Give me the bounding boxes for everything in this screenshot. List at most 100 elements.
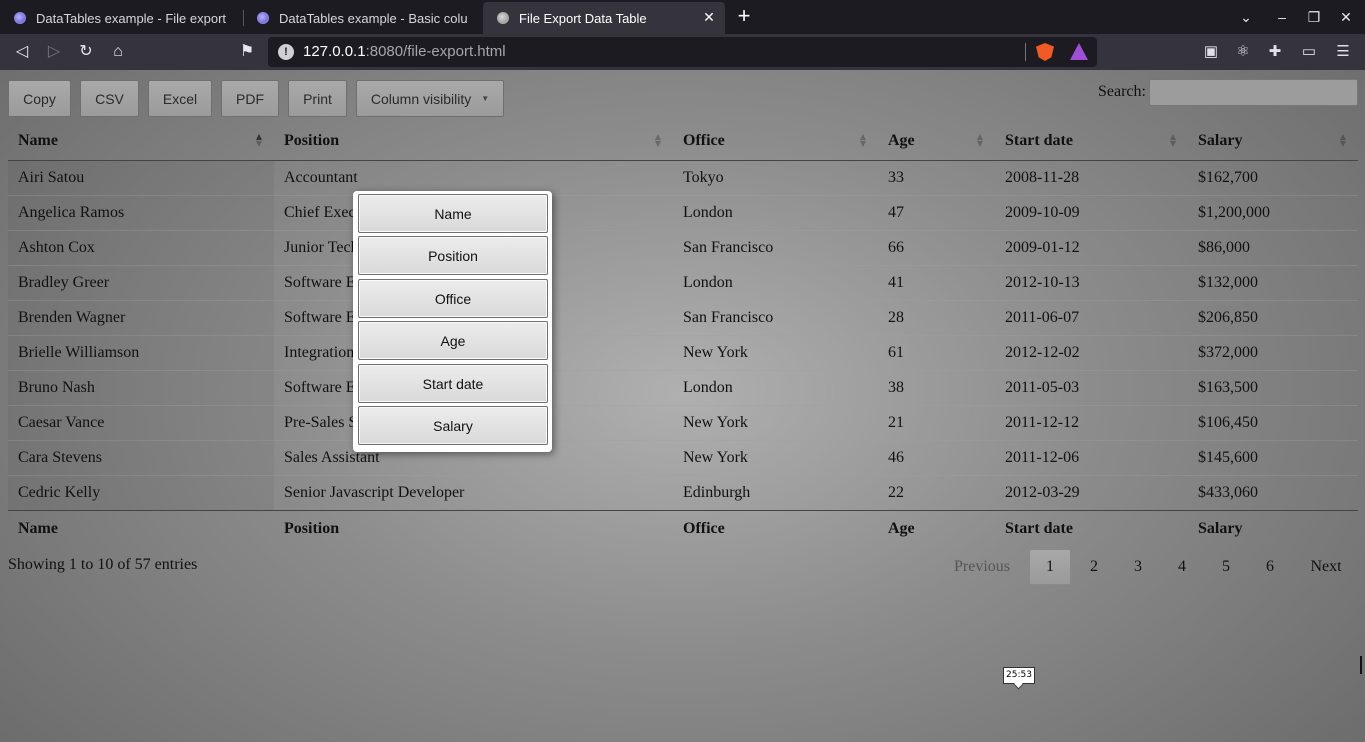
column-header-age[interactable]: Age ▲ ▼ — [878, 122, 995, 161]
copy-button[interactable]: Copy — [8, 80, 71, 117]
table-row: Airi Satou Accountant Tokyo 33 2008-11-28 $16… — [8, 160, 1358, 195]
react-devtools-icon[interactable]: ⚛ — [1233, 42, 1253, 62]
home-icon[interactable]: ⌂ — [107, 41, 129, 63]
brave-shields-icon[interactable] — [1036, 43, 1054, 61]
pagination-page-6[interactable]: 6 — [1249, 549, 1291, 585]
colvis-toggle-age[interactable]: Age — [358, 321, 548, 360]
column-header-office[interactable]: Office ▲ ▼ — [673, 122, 878, 161]
tab-list-chevron-icon[interactable]: ⌄ — [1235, 6, 1257, 28]
cell-office: London — [673, 194, 878, 230]
pagination-page-4[interactable]: 4 — [1161, 549, 1203, 585]
cell-age: 33 — [888, 168, 904, 186]
cell-salary: $372,000 — [1188, 334, 1358, 370]
column-header-label: Position — [284, 131, 340, 149]
datatables-favicon-icon — [257, 12, 269, 24]
column-header-position[interactable]: Position ▲ ▼ — [274, 122, 673, 161]
pagination-page-5[interactable]: 5 — [1205, 549, 1247, 585]
table-row: Caesar Vance Pre-Sales Support New York 21 2… — [8, 404, 1358, 440]
pagination-page-3[interactable]: 3 — [1117, 549, 1159, 585]
column-header-label: Office — [683, 131, 725, 149]
tab-file-export-example[interactable]: DataTables example - File export — [0, 2, 242, 34]
search-input[interactable] — [1149, 79, 1358, 106]
back-arrow-icon[interactable]: ◁ — [11, 41, 33, 63]
column-footer-salary: Salary — [1188, 509, 1358, 547]
maximize-window-icon[interactable]: ❐ — [1303, 6, 1325, 28]
cell-salary: $433,060 — [1188, 474, 1358, 510]
table-row: Cara Stevens Sales Assistant New York 46 201… — [8, 439, 1358, 475]
url-text[interactable]: 127.0.0.1:8080/file-export.html — [303, 43, 506, 60]
wallet-icon[interactable]: ▭ — [1299, 42, 1319, 62]
cell-age: 22 — [878, 474, 995, 510]
pdf-button[interactable]: PDF — [221, 80, 279, 117]
colvis-toggle-start-date[interactable]: Start date — [358, 364, 548, 403]
cell-office: San Francisco — [673, 299, 878, 335]
pagination-page-1[interactable]: 1 — [1029, 549, 1071, 585]
sort-both-icon: ▲ ▼ — [1169, 132, 1176, 148]
hamburger-menu-icon[interactable]: ☰ — [1333, 42, 1353, 62]
cell-start-date: 2009-10-09 — [995, 194, 1188, 230]
cell-name: Angelica Ramos — [8, 194, 274, 230]
datatables-favicon-icon — [14, 12, 26, 24]
bookmark-icon[interactable]: ⚑ — [236, 41, 258, 63]
table-header-row: Name ▲ ▼ Position ▲ ▼ Office ▲ ▼ Age ▲ ▼ Start d… — [8, 122, 1358, 161]
cell-salary: $86,000 — [1188, 229, 1358, 265]
site-info-icon[interactable]: ! — [278, 44, 294, 60]
column-header-label: Age — [888, 131, 915, 149]
column-header-salary[interactable]: Salary ▲ ▼ — [1188, 122, 1358, 161]
table-row: Cedric Kelly Senior Javascript Developer E… — [8, 474, 1358, 510]
dropdown-caret-icon: ▼ — [481, 94, 490, 103]
cell-name: Bradley Greer — [8, 264, 274, 300]
close-tab-icon[interactable]: ✕ — [701, 9, 717, 25]
globe-favicon-icon — [497, 12, 509, 24]
cell-age: 21 — [878, 404, 995, 440]
reload-icon[interactable]: ↻ — [75, 41, 97, 63]
cell-office: London — [673, 369, 878, 405]
colvis-toggle-position[interactable]: Position — [358, 236, 548, 275]
column-header-name[interactable]: Name ▲ ▼ — [8, 122, 274, 161]
cell-start-date: 2008-11-28 — [1005, 168, 1080, 186]
minimize-window-icon[interactable]: – — [1271, 6, 1293, 28]
excel-button[interactable]: Excel — [148, 80, 212, 117]
new-tab-button[interactable]: + — [733, 5, 755, 27]
cell-salary: $162,700 — [1198, 168, 1258, 186]
cell-age: 41 — [878, 264, 995, 300]
pagination-next[interactable]: Next — [1297, 549, 1355, 585]
sort-both-icon: ▲ ▼ — [1339, 132, 1346, 148]
mouse-cursor-icon — [1360, 656, 1365, 674]
tab-basic-column-example[interactable]: DataTables example - Basic colu — [243, 2, 481, 34]
search-label: Search: — [1098, 83, 1146, 100]
column-visibility-button[interactable]: Column visibility ▼ — [356, 80, 504, 117]
cell-name: Ashton Cox — [8, 229, 274, 265]
browser-tab-bar: DataTables example - File export DataTab… — [0, 0, 1365, 34]
pagination-previous[interactable]: Previous — [946, 549, 1018, 585]
address-bar[interactable]: ! 127.0.0.1:8080/file-export.html — [268, 37, 1097, 67]
cell-name: Brenden Wagner — [8, 299, 274, 335]
table-row: Bruno Nash Software Engineer London 38 2011-… — [8, 369, 1358, 405]
url-path: :8080/file-export.html — [365, 43, 506, 60]
tab-file-export-data-table[interactable]: File Export Data Table ✕ — [483, 2, 725, 34]
cell-name: Cara Stevens — [8, 439, 274, 475]
puzzle-extensions-icon[interactable]: ✚ — [1265, 42, 1285, 62]
column-footer-name: Name — [8, 509, 274, 547]
tab-title: DataTables example - File export — [36, 10, 227, 26]
csv-button[interactable]: CSV — [80, 80, 139, 117]
colvis-toggle-name[interactable]: Name — [358, 194, 548, 233]
cell-name: Cedric Kelly — [8, 474, 274, 510]
colvis-toggle-office[interactable]: Office — [358, 279, 548, 318]
forward-arrow-icon[interactable]: ▷ — [43, 41, 65, 63]
extension-profile-icon[interactable]: ▣ — [1201, 42, 1221, 62]
cell-name: Airi Satou — [8, 160, 274, 195]
cell-start-date: 2011-05-03 — [995, 369, 1188, 405]
cell-start-date: 2012-10-13 — [995, 264, 1188, 300]
pagination-page-2[interactable]: 2 — [1073, 549, 1115, 585]
print-button[interactable]: Print — [288, 80, 347, 117]
colvis-toggle-salary[interactable]: Salary — [358, 406, 548, 445]
table-body: Airi Satou Accountant Tokyo 33 2008-11-28 $16… — [8, 160, 1358, 510]
brave-rewards-icon[interactable] — [1070, 43, 1088, 60]
column-header-start-date[interactable]: Start date ▲ ▼ — [995, 122, 1188, 161]
cell-position: Accountant — [284, 168, 358, 186]
close-window-icon[interactable]: ✕ — [1335, 6, 1357, 28]
cell-name: Caesar Vance — [8, 404, 274, 440]
sort-ascending-icon: ▲ ▼ — [255, 132, 262, 148]
browser-toolbar: ◁ ▷ ↻ ⌂ ⚑ ! 127.0.0.1:8080/file-export.h… — [0, 34, 1365, 70]
